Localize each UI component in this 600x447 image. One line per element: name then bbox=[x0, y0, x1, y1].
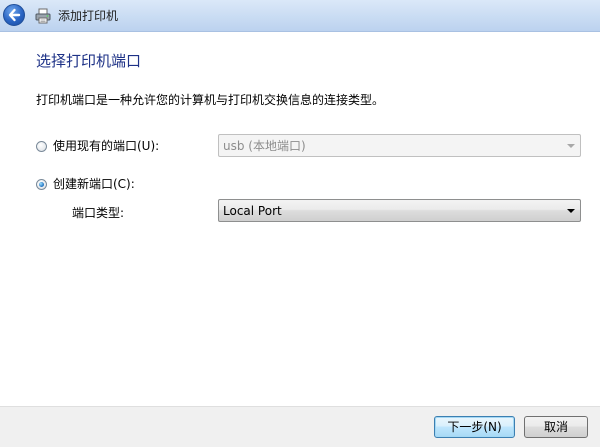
existing-port-value: usb (本地端口) bbox=[223, 139, 306, 153]
next-button[interactable]: 下一步(N) bbox=[434, 416, 515, 438]
new-port-radio-button[interactable] bbox=[36, 178, 47, 190]
chevron-down-icon bbox=[567, 144, 575, 148]
chevron-down-icon bbox=[567, 209, 575, 213]
page-description: 打印机端口是一种允许您的计算机与打印机交换信息的连接类型。 bbox=[36, 93, 385, 107]
cancel-button[interactable]: 取消 bbox=[524, 416, 588, 438]
existing-port-radio-button[interactable] bbox=[36, 140, 47, 152]
port-type-value: Local Port bbox=[223, 204, 282, 218]
new-port-radio[interactable]: 创建新端口(C): bbox=[36, 176, 135, 192]
existing-port-select: usb (本地端口) bbox=[218, 134, 581, 157]
existing-port-label: 使用现有的端口(U): bbox=[53, 139, 160, 153]
printer-icon bbox=[35, 8, 51, 24]
back-arrow-icon bbox=[8, 8, 21, 22]
existing-port-radio[interactable]: 使用现有的端口(U): bbox=[36, 138, 159, 154]
port-type-label: 端口类型: bbox=[72, 206, 125, 220]
page-heading: 选择打印机端口 bbox=[36, 52, 142, 70]
new-port-label: 创建新端口(C): bbox=[53, 177, 135, 191]
window-title: 添加打印机 bbox=[58, 9, 119, 23]
port-type-select[interactable]: Local Port bbox=[218, 199, 581, 222]
footer-bar: 下一步(N) 取消 bbox=[0, 406, 600, 447]
back-button[interactable] bbox=[3, 4, 25, 26]
title-bar: 添加打印机 bbox=[0, 0, 600, 32]
